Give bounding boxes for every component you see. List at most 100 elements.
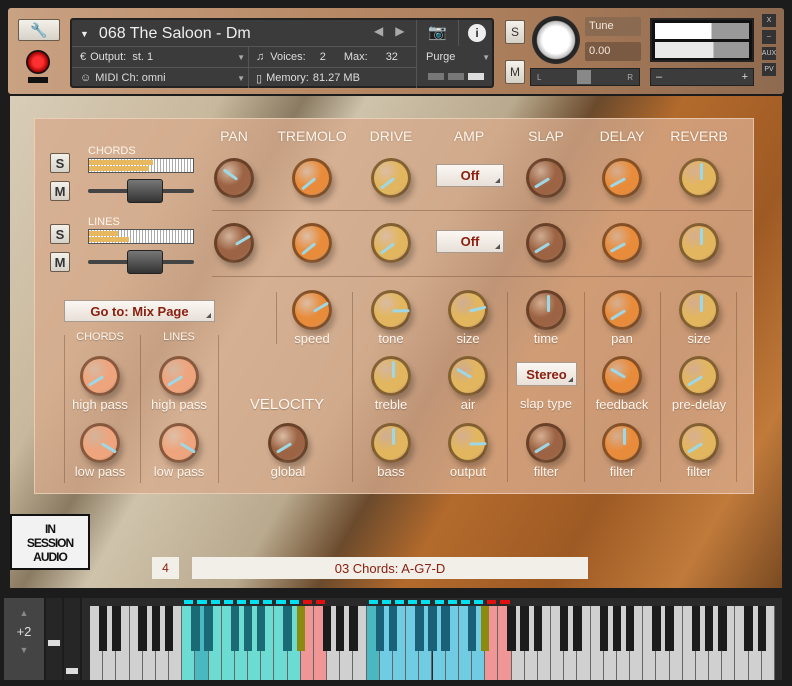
black-key[interactable] [652,606,661,651]
knob-velocity-global[interactable] [268,423,308,463]
knob-delay-pan[interactable] [602,290,642,330]
black-key[interactable] [625,606,635,651]
knob-chords-pan[interactable] [214,158,254,198]
knob-lines-drive[interactable] [371,223,411,263]
mute-button-chords[interactable]: M [50,181,70,201]
slap-type-menu[interactable]: Stereo [516,362,577,386]
black-key[interactable] [560,606,569,651]
knob-lines-high-pass[interactable] [159,356,199,396]
key-indicator [474,600,484,604]
knob-chords-slap[interactable] [526,158,566,198]
knob-pointer [222,168,239,181]
knob-chords-reverb[interactable] [679,158,719,198]
knob-pointer [379,177,396,190]
volume-fader[interactable] [88,179,194,203]
knob-amp-output[interactable] [448,423,488,463]
key-indicator [408,600,418,604]
black-key[interactable] [533,606,543,651]
black-key[interactable] [322,606,332,651]
knob-chords-drive[interactable] [371,158,411,198]
fader-handle[interactable] [126,179,163,203]
knob-chords-delay[interactable] [602,158,642,198]
black-key[interactable] [138,606,147,651]
black-key[interactable] [599,606,608,651]
black-key[interactable] [151,606,161,651]
knob-amp-size[interactable] [448,290,488,330]
knob-amp-air[interactable] [448,356,488,396]
knob-lines-delay[interactable] [602,223,642,263]
section-header-drive: DRIVE [369,128,413,144]
black-key[interactable] [257,606,266,651]
knob-reverb-size[interactable] [679,290,719,330]
black-key[interactable] [573,606,582,651]
mute-button-lines[interactable]: M [50,252,70,272]
black-key[interactable] [375,606,384,651]
knob-lines-tremolo[interactable] [292,223,332,263]
solo-button-chords[interactable]: S [50,153,70,173]
solo-button-lines[interactable]: S [50,224,70,244]
knob-chords-low-pass[interactable] [80,423,120,463]
black-key[interactable] [744,606,753,651]
black-key[interactable] [230,606,240,651]
black-key[interactable] [757,606,767,651]
knob-drive-tone[interactable] [371,290,411,330]
black-key[interactable] [296,606,305,651]
black-key[interactable] [428,606,437,651]
key-indicator [210,600,220,604]
black-key[interactable] [612,606,622,651]
channel-name: CHORDS [88,145,136,157]
black-key[interactable] [112,606,121,651]
knob-lines-pan[interactable] [214,223,254,263]
knob-delay-feedback[interactable] [602,356,642,396]
black-key[interactable] [520,606,529,651]
key-indicator [184,600,194,604]
black-key[interactable] [336,606,345,651]
amp-menu-chords[interactable]: Off [436,164,504,187]
black-key[interactable] [204,606,213,651]
knob-lines-low-pass[interactable] [159,423,199,463]
preset-name[interactable]: 03 Chords: A-G7-D [192,557,588,579]
black-key[interactable] [415,606,424,651]
knob-reverb-pre-delay[interactable] [679,356,719,396]
black-key[interactable] [98,606,108,651]
amp-menu-lines[interactable]: Off [436,230,504,253]
black-key[interactable] [243,606,253,651]
black-key[interactable] [507,606,516,651]
black-key[interactable] [164,606,174,651]
black-key[interactable] [283,606,292,651]
black-key[interactable] [441,606,450,651]
knob-chords-high-pass[interactable] [80,356,120,396]
knob-drive-bass[interactable] [371,423,411,463]
knob-lines-slap[interactable] [526,223,566,263]
key-indicator [263,600,273,604]
knob-delay-filter[interactable] [602,423,642,463]
knob-slap-time[interactable] [526,290,566,330]
knob-reverb-filter[interactable] [679,423,719,463]
knob-lines-reverb[interactable] [679,223,719,263]
filter-group-chords: CHORDS [76,331,124,343]
octave-up-icon[interactable]: ▲ [4,608,44,618]
black-key[interactable] [191,606,200,651]
octave-down-icon[interactable]: ▼ [4,645,44,655]
black-key[interactable] [480,606,490,651]
pitch-wheel[interactable] [46,598,62,680]
knob-tremolo-speed[interactable] [292,290,332,330]
goto-menu[interactable]: Go to: Mix Page [64,300,215,322]
black-key[interactable] [718,606,727,651]
mod-wheel[interactable] [64,598,80,680]
knob-drive-treble[interactable] [371,356,411,396]
black-key[interactable] [349,606,358,651]
volume-fader[interactable] [88,250,194,274]
black-key[interactable] [704,606,714,651]
black-key[interactable] [467,606,477,651]
knob-slap-filter[interactable] [526,423,566,463]
key-indicator [197,600,207,604]
knob-chords-tremolo[interactable] [292,158,332,198]
black-key[interactable] [691,606,701,651]
fader-handle[interactable] [126,250,163,274]
velocity-title: VELOCITY [249,396,325,413]
preset-number[interactable]: 4 [152,557,179,579]
octave-shift[interactable]: ▲ +2 ▼ [4,598,44,680]
black-key[interactable] [388,606,398,651]
black-key[interactable] [665,606,674,651]
